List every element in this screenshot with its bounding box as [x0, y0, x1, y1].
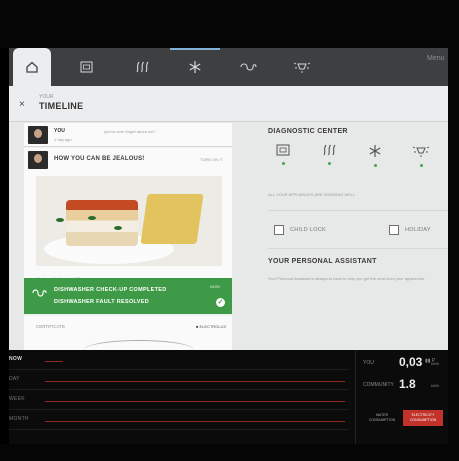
food-photo[interactable] — [36, 176, 222, 266]
diagnostic-lighting[interactable] — [406, 144, 436, 182]
certificate-title: CERTIFICATE — [36, 324, 66, 329]
hood-icon — [31, 286, 47, 304]
assistant-text: Your Personal Assistant is always at han… — [268, 276, 426, 281]
diagnostic-center-title: DIAGNOSTIC CENTER — [268, 128, 348, 135]
post-time: 1 day ago — [54, 137, 72, 142]
divider — [268, 248, 448, 249]
check-icon: ✓ — [216, 298, 225, 307]
menu-button[interactable]: Menu — [427, 52, 448, 66]
consumption-row-day[interactable]: DAY — [9, 370, 349, 390]
list-item[interactable]: YOU 1 day ago you've ever forget about m… — [24, 123, 232, 147]
leaf-shape — [56, 218, 64, 222]
row-label: WEEK — [9, 396, 25, 402]
divider — [268, 210, 448, 211]
notification-time: NOW — [210, 284, 220, 289]
diagnostic-fridge[interactable] — [360, 144, 390, 182]
tab-electricity[interactable]: ELECTRICITY CONSUMPTION — [403, 410, 443, 426]
diagnostic-dishwasher[interactable] — [268, 144, 298, 182]
value-number: 1.8 — [399, 377, 416, 391]
consumption-tabs: WATER CONSUMPTION ELECTRICITY CONSUMPTIO… — [363, 410, 443, 426]
top-navigation: Menu — [9, 48, 448, 86]
diagnostic-note: ALL YOUR APPLIANCES ARE WORKING WELL — [268, 192, 356, 197]
appliance-screen: Menu × YOUR TIMELINE YOU 1 day ago you'v… — [9, 48, 448, 444]
home-icon — [26, 61, 38, 73]
pause-button[interactable]: ▮▮ P — [425, 358, 435, 364]
row-label: DAY — [9, 376, 20, 382]
consumption-line — [45, 401, 345, 402]
heat-waves-icon — [323, 144, 336, 156]
lamp-icon — [412, 146, 430, 157]
row-label: NOW — [9, 356, 23, 362]
status-dot — [281, 162, 285, 165]
child-lock-checkbox[interactable]: CHILD LOCK — [274, 222, 326, 238]
nav-fridge-tab[interactable] — [180, 48, 210, 86]
brand-logo: ■ ELECTROLUX — [196, 324, 227, 329]
nav-home-tab[interactable] — [13, 48, 51, 86]
screen-bezel-top — [0, 0, 459, 48]
consumption-line — [45, 421, 345, 422]
panel-divider — [355, 350, 356, 444]
heat-waves-icon — [136, 61, 149, 73]
diagnostic-icons — [268, 144, 448, 182]
nav-lighting-tab[interactable] — [285, 48, 319, 86]
value-label: YOU — [363, 360, 374, 366]
holiday-label: HOLIDAY — [405, 227, 431, 233]
list-item[interactable]: HOW YOU CAN BE JEALOUS! TURN ON IT My fa… — [24, 148, 232, 298]
value-unit: kWh — [431, 383, 439, 388]
lamp-icon — [293, 62, 311, 73]
tab-water[interactable]: WATER CONSUMPTION — [363, 410, 401, 426]
post-author: YOU — [54, 128, 65, 134]
consumption-line — [45, 361, 63, 362]
assistant-title: YOUR PERSONAL ASSISTANT — [268, 258, 377, 265]
checkbox-box[interactable] — [389, 225, 399, 235]
value-number: 0,03 — [399, 355, 423, 369]
snowflake-icon — [189, 61, 201, 73]
current-consumption: YOU 0,03 kWh — [359, 354, 448, 374]
status-dot — [373, 164, 377, 167]
notification-line2: DISHWASHER FAULT RESOLVED — [54, 299, 149, 305]
consumption-row-now[interactable]: NOW — [9, 350, 349, 370]
holiday-checkbox[interactable]: HOLIDAY — [389, 222, 431, 238]
checkup-notification[interactable]: DISHWASHER CHECK-UP COMPLETED DISHWASHER… — [24, 278, 232, 314]
post-title: HOW YOU CAN BE JEALOUS! — [54, 156, 145, 162]
dishwasher-icon — [80, 61, 92, 73]
diagnostic-hob[interactable] — [314, 144, 344, 182]
page-title: TIMELINE — [39, 101, 84, 111]
nav-dishwasher-tab[interactable] — [71, 48, 101, 86]
notification-line1: DISHWASHER CHECK-UP COMPLETED — [54, 287, 167, 293]
timeline-kicker: YOUR — [39, 94, 54, 100]
nav-hood-tab[interactable] — [233, 48, 263, 86]
screen-bezel-bottom — [0, 444, 459, 461]
row-label: MONTH — [9, 416, 29, 422]
avatar — [28, 126, 48, 144]
consumption-row-week[interactable]: WEEK — [9, 390, 349, 410]
leaf-shape — [114, 226, 122, 230]
dishwasher-icon — [276, 144, 290, 156]
nav-hob-tab[interactable] — [127, 48, 157, 86]
community-consumption: COMMUNITY 1.8 kWh — [359, 376, 448, 396]
checkbox-box[interactable] — [274, 225, 284, 235]
timeline-header: × YOUR TIMELINE — [9, 86, 448, 122]
post-link[interactable]: TURN ON IT — [200, 157, 223, 162]
child-lock-label: CHILD LOCK — [290, 227, 327, 233]
fan-icon — [240, 63, 257, 71]
avatar — [28, 151, 48, 169]
consumption-row-month[interactable]: MONTH — [9, 410, 349, 430]
leaf-shape — [88, 216, 96, 220]
post-text: you've ever forget about me? — [104, 129, 156, 134]
value-label: COMMUNITY — [363, 382, 394, 388]
cake-shape — [66, 200, 138, 246]
consumption-line — [45, 381, 345, 382]
screen-bezel-right — [448, 0, 459, 461]
status-dot — [419, 164, 423, 167]
status-dot — [327, 162, 331, 165]
snowflake-icon — [369, 145, 381, 157]
close-icon[interactable]: × — [19, 99, 25, 110]
consumption-panel: NOW DAY WEEK MONTH YOU 0,03 kWh COMMUNIT… — [9, 350, 448, 444]
cheese-shape — [140, 194, 204, 244]
